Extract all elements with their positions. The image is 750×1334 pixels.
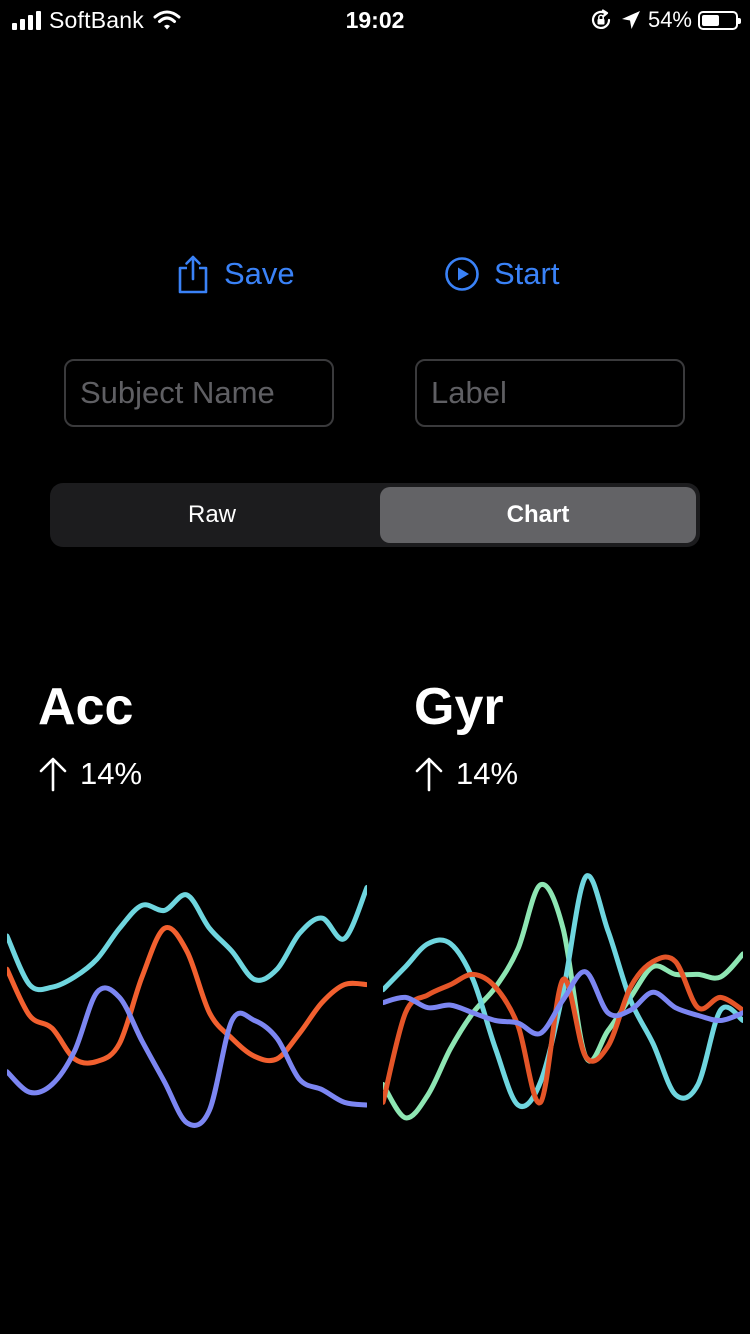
acc-series-line-3 (7, 985, 367, 1128)
view-mode-segmented-control: Raw Chart (50, 483, 700, 547)
battery-icon (698, 10, 741, 30)
arrow-up-icon (39, 757, 67, 792)
battery-percent: 54% (647, 7, 692, 32)
start-button[interactable]: Start (444, 250, 559, 298)
segment-chart[interactable]: Chart (380, 487, 696, 543)
acc-change-value: 14% (80, 756, 143, 791)
acc-change: 14% (38, 756, 142, 792)
segment-raw[interactable]: Raw (54, 487, 370, 543)
gyr-line-chart (383, 873, 743, 1121)
save-label: Save (224, 256, 295, 291)
acc-series-line-2 (7, 925, 367, 1066)
share-icon (178, 255, 208, 294)
acc-title: Acc (38, 678, 134, 736)
acc-series-line-1 (7, 884, 367, 993)
battery-fill (702, 14, 719, 26)
arrow-up-icon (415, 757, 443, 792)
battery-cap (738, 17, 741, 24)
location-icon (621, 11, 640, 29)
orientation-lock-icon (591, 9, 611, 29)
label-field[interactable] (415, 359, 685, 427)
gyr-change-value: 14% (456, 756, 519, 791)
gyr-title: Gyr (414, 678, 504, 736)
status-bar-right: 54% (590, 6, 741, 34)
acc-line-chart (7, 884, 367, 1128)
save-button[interactable]: Save (176, 250, 295, 298)
play-circle-icon (445, 257, 479, 291)
status-bar: SoftBank 19:02 54% (0, 0, 750, 40)
gyr-change: 14% (414, 756, 518, 792)
start-label: Start (494, 256, 560, 291)
subject-name-field[interactable] (64, 359, 334, 427)
